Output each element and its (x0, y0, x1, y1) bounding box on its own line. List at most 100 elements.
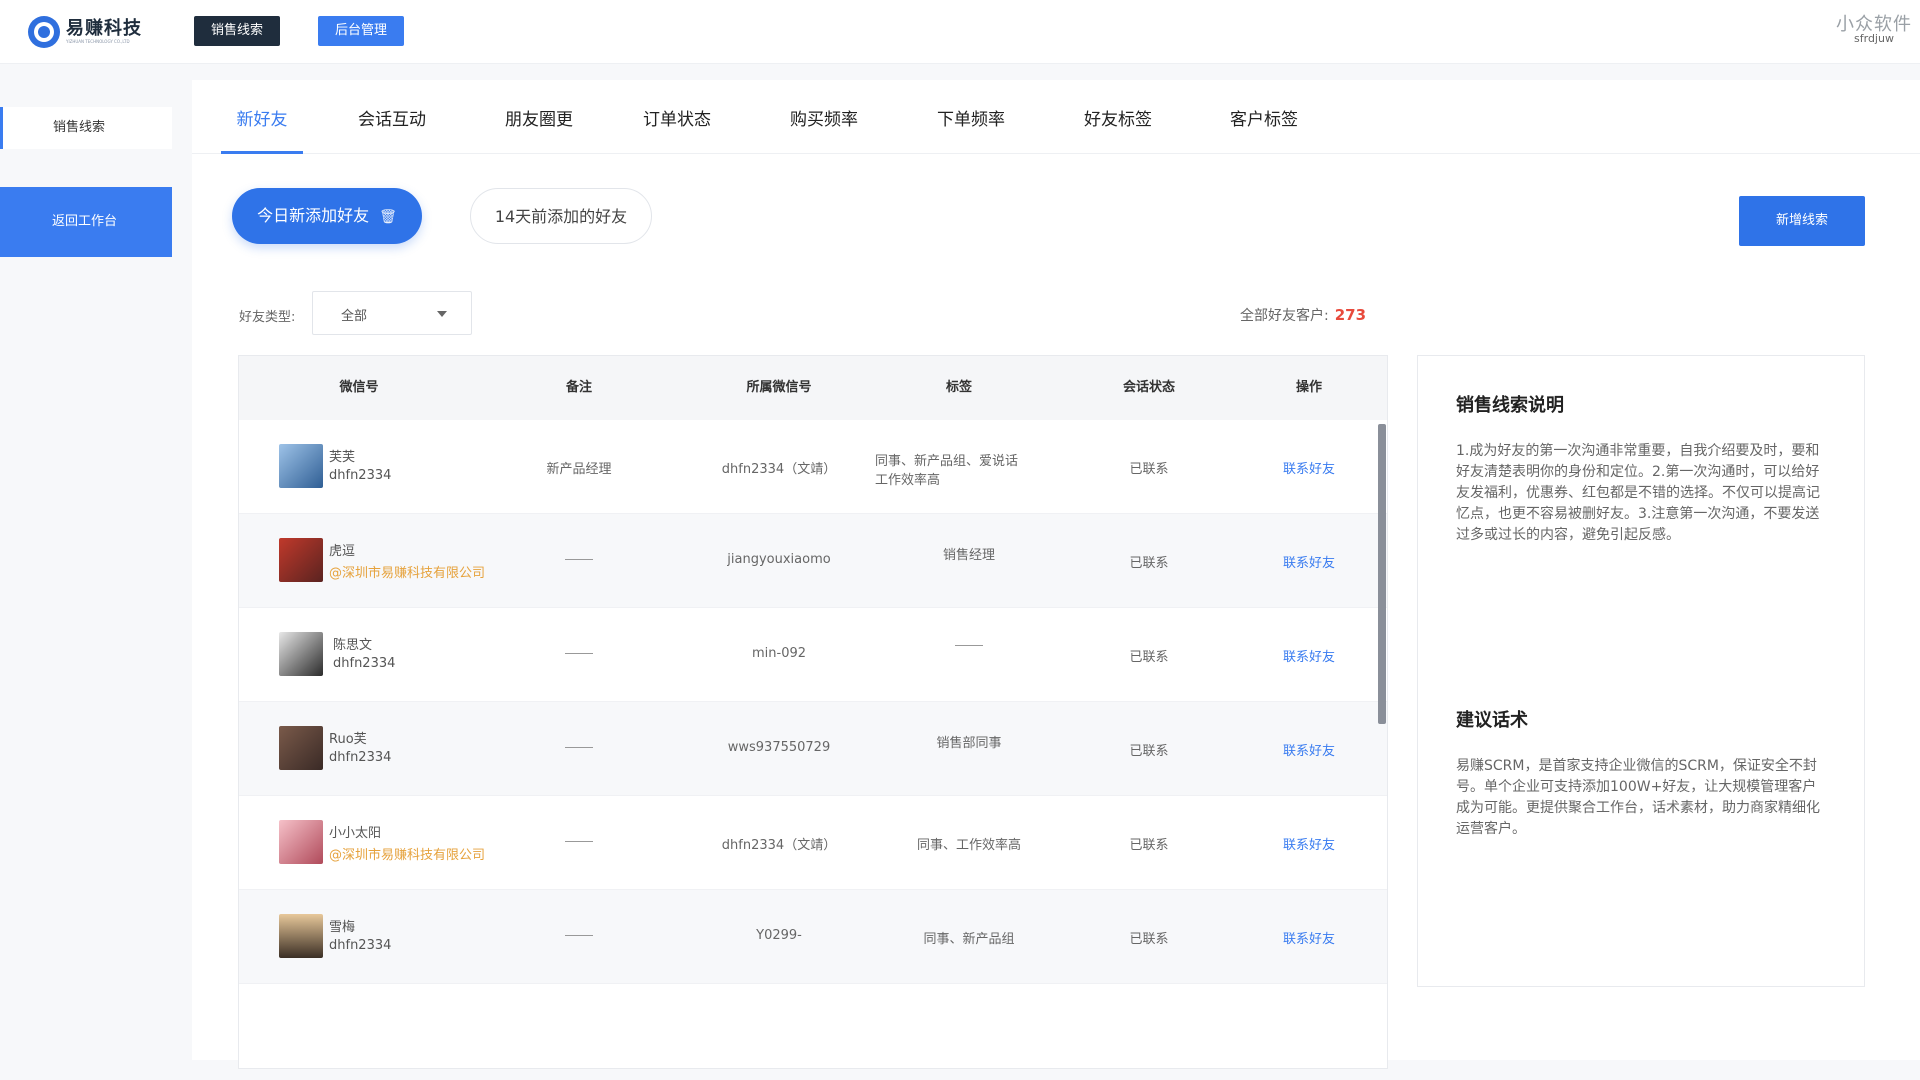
friend-note-empty (519, 834, 639, 849)
friend-name: 虎逗 (329, 544, 356, 559)
owner-wechat: wws937550729 (727, 740, 831, 755)
friends-table: 微信号 备注 所属微信号 标签 会话状态 操作 芙芙 dhfn2334 新产品经… (238, 355, 1388, 1069)
chat-status: 已联系 (1129, 650, 1169, 665)
header-wechat-id: 微信号 (339, 380, 379, 395)
friend-tags-empty (899, 638, 1039, 653)
contact-friend-link[interactable]: 联系好友 (1249, 740, 1369, 759)
logo-name: 易赚科技 (66, 18, 142, 39)
friend-wechat-id: dhfn2334 (329, 468, 392, 483)
tab-bar: 新好友 会话互动 朋友圈更新 订单状态 购买频率 下单频率 好友标签 客户标签 (192, 80, 1920, 210)
suggested-script-title: 建议话术 (1456, 710, 1528, 731)
tab-customer-tags[interactable]: 客户标签 (1230, 80, 1298, 154)
leads-guide-text: 1.成为好友的第一次沟通非常重要，自我介绍要及时，要和好友清楚表明你的身份和定位… (1456, 443, 1820, 543)
friend-type-value: 全部 (341, 309, 368, 324)
friend-name: Ruo芙 (329, 732, 367, 747)
friend-note: 新产品经理 (546, 462, 612, 477)
avatar (279, 632, 323, 676)
tab-order-status[interactable]: 订单状态 (643, 80, 711, 154)
friend-note-empty (519, 646, 639, 661)
empty-dash (565, 559, 593, 560)
friend-name: 芙芙 (329, 450, 356, 465)
empty-dash (955, 645, 983, 646)
header-tags: 标签 (945, 380, 972, 395)
friend-note-empty (519, 928, 639, 943)
back-to-workbench-button[interactable]: 返回工作台 (0, 187, 172, 257)
admin-nav-button[interactable]: 后台管理 (318, 16, 404, 46)
header-chat-status: 会话状态 (1122, 380, 1175, 395)
info-panel: 销售线索说明 1.成为好友的第一次沟通非常重要，自我介绍要及时，要和好友清楚表明… (1417, 355, 1865, 987)
friend-company: @深圳市易赚科技有限公司 (329, 848, 486, 863)
table-row: 小小太阳 @深圳市易赚科技有限公司 dhfn2334（文靖） 同事、工作效率高 … (239, 796, 1387, 890)
leads-nav-button[interactable]: 销售线索 (194, 16, 280, 46)
owner-wechat: jiangyouxiaomo (727, 552, 831, 567)
table-row: 陈思文 dhfn2334 min-092 已联系 联系好友 (239, 608, 1387, 702)
chat-status: 已联系 (1129, 932, 1169, 947)
logo-icon (28, 16, 60, 48)
friend-wechat-id: dhfn2334 (333, 656, 396, 671)
logo[interactable]: 易赚科技 YIZHUAN TECHNOLOGY CO.,LTD (28, 14, 142, 50)
friend-tags: 销售部同事 (936, 736, 1002, 751)
friend-tags: 同事、工作效率高 (916, 838, 1021, 853)
header-owner-wechat: 所属微信号 (746, 380, 812, 395)
empty-dash (565, 935, 593, 936)
chevron-down-icon (437, 311, 447, 317)
friend-note-empty (519, 740, 639, 755)
tab-friend-tags[interactable]: 好友标签 (1084, 80, 1152, 154)
friend-type-select[interactable]: 全部 (312, 291, 472, 335)
watermark: 小众软件 sfrdjuw (1836, 10, 1912, 45)
added-14-days-ago-button[interactable]: 14天前添加的好友 (470, 188, 652, 244)
chat-status: 已联系 (1129, 556, 1169, 571)
friend-company: @深圳市易赚科技有限公司 (329, 566, 486, 581)
total-friends-label: 全部好友客户: (1240, 308, 1329, 324)
owner-wechat: Y0299- (756, 928, 802, 943)
table-header: 微信号 备注 所属微信号 标签 会话状态 操作 (239, 356, 1387, 420)
tab-chat-interaction[interactable]: 会话互动 (358, 80, 426, 154)
owner-wechat: dhfn2334（文靖） (721, 462, 837, 477)
tab-moments-update[interactable]: 朋友圈更新 (497, 80, 581, 210)
friend-tags-line1: 同事、新产品组、爱说话 (875, 454, 1019, 469)
table-scrollbar[interactable] (1378, 424, 1386, 724)
contact-friend-link[interactable]: 联系好友 (1249, 552, 1369, 571)
sidebar-item-leads[interactable]: 销售线索 (0, 107, 172, 149)
today-new-friends-label: 今日新添加好友 (257, 206, 370, 225)
avatar (279, 538, 323, 582)
table-row: Ruo芙 dhfn2334 wws937550729 销售部同事 已联系 联系好… (239, 702, 1387, 796)
tab-order-frequency[interactable]: 下单频率 (937, 80, 1005, 154)
friend-wechat-id: dhfn2334 (329, 938, 392, 953)
table-row: 芙芙 dhfn2334 新产品经理 dhfn2334（文靖） 同事、新产品组、爱… (239, 420, 1387, 514)
suggested-script-text: 易赚SCRM，是首家支持企业微信的SCRM，保证安全不封号。单个企业可支持添加1… (1456, 758, 1820, 837)
contact-friend-link[interactable]: 联系好友 (1249, 458, 1369, 477)
top-bar: 易赚科技 YIZHUAN TECHNOLOGY CO.,LTD 销售线索 后台管… (0, 0, 1920, 64)
friend-name: 雪梅 (329, 920, 356, 935)
chat-status: 已联系 (1129, 838, 1169, 853)
new-lead-button[interactable]: 新增线索 (1739, 196, 1865, 246)
sidebar: 销售线索 返回工作台 (0, 66, 172, 1080)
friend-tags: 同事、新产品组 (923, 932, 1015, 947)
empty-dash (565, 747, 593, 748)
avatar (279, 726, 323, 770)
total-friends: 全部好友客户: 273 (1240, 305, 1366, 325)
chat-status: 已联系 (1129, 744, 1169, 759)
chat-status: 已联系 (1129, 462, 1169, 477)
friend-tags-line2: 工作效率高 (875, 473, 941, 488)
today-new-friends-button[interactable]: 今日新添加好友 🗑 (232, 188, 422, 244)
trash-icon[interactable]: 🗑 (379, 189, 397, 245)
friend-name: 陈思文 (333, 638, 373, 653)
owner-wechat: dhfn2334（文靖） (721, 838, 837, 853)
friend-name: 小小太阳 (329, 826, 382, 841)
table-row: 虎逗 @深圳市易赚科技有限公司 jiangyouxiaomo 销售经理 已联系 … (239, 514, 1387, 608)
header-actions: 操作 (1295, 380, 1322, 395)
friend-wechat-id: dhfn2334 (329, 750, 392, 765)
avatar (279, 820, 323, 864)
header-note: 备注 (565, 380, 592, 395)
tab-purchase-frequency[interactable]: 购买频率 (790, 80, 858, 154)
friend-tags: 销售经理 (942, 548, 995, 563)
owner-wechat: min-092 (751, 646, 807, 661)
contact-friend-link[interactable]: 联系好友 (1249, 928, 1369, 947)
contact-friend-link[interactable]: 联系好友 (1249, 834, 1369, 853)
logo-subtitle: YIZHUAN TECHNOLOGY CO.,LTD (66, 39, 130, 44)
friend-type-label: 好友类型: (239, 310, 296, 325)
empty-dash (565, 841, 593, 842)
tab-new-friends[interactable]: 新好友 (221, 80, 303, 154)
contact-friend-link[interactable]: 联系好友 (1249, 646, 1369, 665)
